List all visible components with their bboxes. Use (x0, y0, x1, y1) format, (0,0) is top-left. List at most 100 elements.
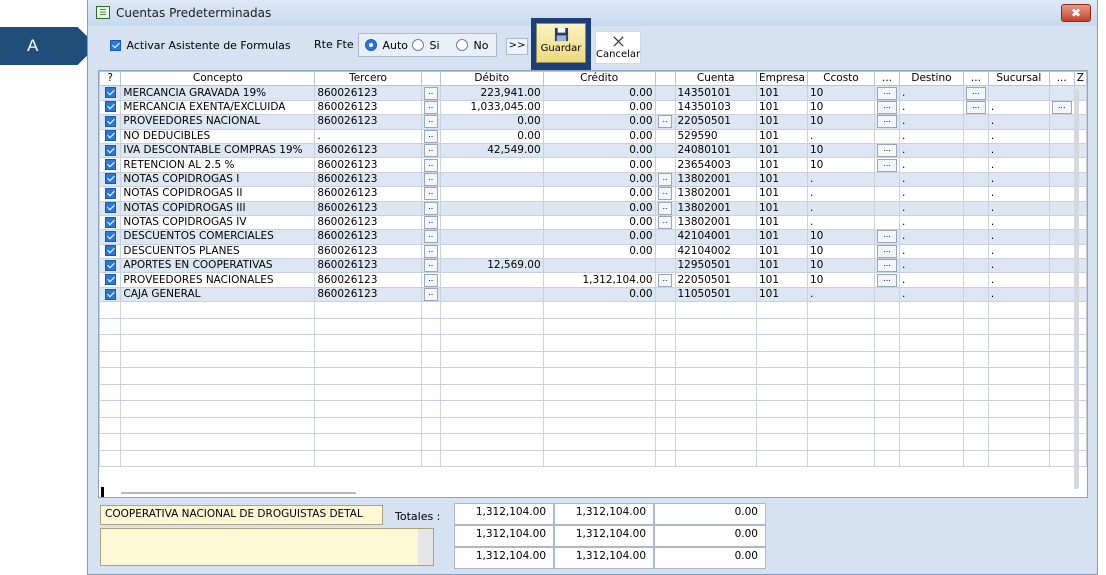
ellipsis-icon[interactable]: ... (1051, 101, 1072, 114)
grid-cell[interactable] (314, 367, 422, 385)
ccosto-lookup-cell[interactable]: ... (874, 243, 900, 260)
cuenta-cell[interactable]: 11050501 (674, 286, 757, 303)
ellipsis-icon[interactable]: .. (658, 202, 673, 215)
row-checkbox-cell[interactable] (99, 214, 122, 231)
grid-cell[interactable] (874, 433, 900, 451)
ccosto-cell[interactable]: . (806, 128, 876, 144)
row-checkbox-cell[interactable] (99, 243, 122, 260)
grid-cell[interactable] (542, 433, 656, 451)
tercero-lookup-cell[interactable]: .. (420, 243, 441, 260)
sucursal-cell[interactable]: . (987, 99, 1050, 116)
credito-lookup-cell[interactable]: .. (654, 214, 676, 231)
grid-cell[interactable] (439, 350, 544, 369)
row-checkbox-cell[interactable] (99, 85, 122, 101)
ccosto-lookup-cell[interactable]: ... (874, 99, 900, 116)
destino-lookup-cell[interactable] (962, 171, 989, 188)
tercero-cell[interactable]: 860026123 (314, 258, 422, 274)
grid-cell[interactable] (674, 400, 757, 418)
grid-cell[interactable] (99, 334, 122, 352)
ccosto-lookup-cell[interactable]: ... (874, 229, 900, 245)
sucursal-cell[interactable]: . (987, 229, 1050, 245)
row-checkbox-cell[interactable] (99, 171, 122, 188)
grid-cell[interactable] (439, 416, 544, 435)
grid-cell[interactable] (987, 334, 1050, 352)
credito-lookup-cell[interactable] (654, 142, 676, 159)
sucursal-lookup-cell[interactable] (1048, 142, 1075, 159)
table-row[interactable]: NO DEDUCIBLES... 0.00 0.00 529590 101... (99, 128, 1087, 144)
grid-cell[interactable] (987, 433, 1050, 451)
debito-cell[interactable]: 12,569.00 (439, 258, 544, 274)
grid-cell[interactable] (674, 416, 757, 435)
cuenta-cell[interactable]: 13802001 (674, 200, 757, 216)
tercero-cell[interactable]: 860026123 (314, 114, 422, 130)
ccosto-lookup-cell[interactable] (874, 186, 900, 202)
grid-cell[interactable] (654, 301, 676, 319)
ellipsis-icon[interactable]: .. (658, 273, 673, 287)
grid-cell[interactable] (987, 416, 1050, 435)
concepto-cell[interactable]: NO DEDUCIBLES (120, 128, 316, 144)
debito-cell[interactable]: 0.00 (439, 128, 544, 144)
ellipsis-icon[interactable]: .. (423, 230, 438, 244)
grid-cell[interactable] (674, 301, 757, 319)
destino-lookup-cell[interactable] (962, 286, 989, 303)
concepto-cell[interactable]: NOTAS COPIDROGAS II (120, 186, 316, 202)
concepto-cell[interactable]: PROVEEDORES NACIONAL (120, 114, 316, 130)
ellipsis-icon[interactable]: ... (877, 230, 897, 244)
ellipsis-icon[interactable]: .. (423, 187, 438, 200)
grid-cell[interactable] (962, 449, 989, 468)
asistente-checkbox[interactable]: Activar Asistente de Formulas (110, 38, 291, 52)
grid-cell[interactable] (99, 317, 122, 336)
credito-lookup-cell[interactable]: .. (654, 200, 676, 216)
empty-row[interactable] (99, 334, 1087, 352)
credito-lookup-cell[interactable] (654, 258, 676, 274)
sucursal-cell[interactable]: . (987, 200, 1050, 216)
concepto-cell[interactable]: NOTAS COPIDROGAS IV (120, 214, 316, 231)
ccosto-lookup-cell[interactable]: ... (874, 142, 900, 159)
debito-cell[interactable] (439, 272, 544, 288)
sucursal-cell[interactable]: . (987, 258, 1050, 274)
row-checkbox-cell[interactable] (99, 142, 122, 159)
empty-row[interactable] (99, 317, 1087, 336)
grid-cell[interactable] (99, 416, 122, 435)
tercero-lookup-cell[interactable]: .. (420, 114, 441, 130)
empty-row[interactable] (99, 400, 1087, 418)
grid-cell[interactable] (987, 350, 1050, 369)
grid-cell[interactable] (755, 383, 808, 402)
credito-cell[interactable]: 0.00 (542, 171, 656, 188)
destino-lookup-cell[interactable]: ... (962, 99, 989, 116)
checkbox-checked-icon[interactable] (104, 101, 116, 113)
tercero-lookup-cell[interactable]: .. (420, 229, 441, 245)
grid-cell[interactable] (962, 334, 989, 352)
grid-cell[interactable] (962, 400, 989, 418)
grid-cell[interactable] (806, 350, 876, 369)
sucursal-cell[interactable]: . (987, 128, 1050, 144)
grid-cell[interactable] (1048, 334, 1075, 352)
tercero-cell[interactable]: 860026123 (314, 272, 422, 288)
empty-row[interactable] (99, 367, 1087, 385)
empresa-cell[interactable]: 101 (755, 272, 808, 288)
checkbox-checked-icon[interactable] (104, 245, 116, 257)
grid-cell[interactable] (99, 400, 122, 418)
tercero-cell[interactable]: 860026123 (314, 200, 422, 216)
ccosto-lookup-cell[interactable]: ... (874, 85, 900, 101)
grid-cell[interactable] (899, 367, 964, 385)
grid-cell[interactable] (755, 301, 808, 319)
ellipsis-icon[interactable]: .. (423, 216, 438, 229)
table-row[interactable]: RETENCION AL 2.5 % 860026123.. 0.00 2365400… (99, 157, 1087, 173)
grid-cell[interactable] (755, 317, 808, 336)
grid-cell[interactable] (806, 433, 876, 451)
cuenta-cell[interactable]: 12950501 (674, 258, 757, 274)
grid-cell[interactable] (314, 449, 422, 468)
save-button[interactable]: Guardar (536, 23, 586, 63)
grid-cell[interactable] (99, 433, 122, 451)
destino-cell[interactable]: . (899, 243, 964, 260)
ccosto-cell[interactable]: . (806, 171, 876, 188)
tercero-lookup-cell[interactable]: .. (420, 171, 441, 188)
grid-cell[interactable] (755, 400, 808, 418)
ellipsis-icon[interactable]: .. (423, 144, 438, 157)
tercero-lookup-cell[interactable]: .. (420, 85, 441, 101)
grid-cell[interactable] (1048, 317, 1075, 336)
vertical-scrollbar[interactable] (1074, 89, 1079, 489)
debito-cell[interactable]: 1,033,045.00 (439, 99, 544, 116)
concepto-cell[interactable]: DESCUENTOS COMERCIALES (120, 229, 316, 245)
